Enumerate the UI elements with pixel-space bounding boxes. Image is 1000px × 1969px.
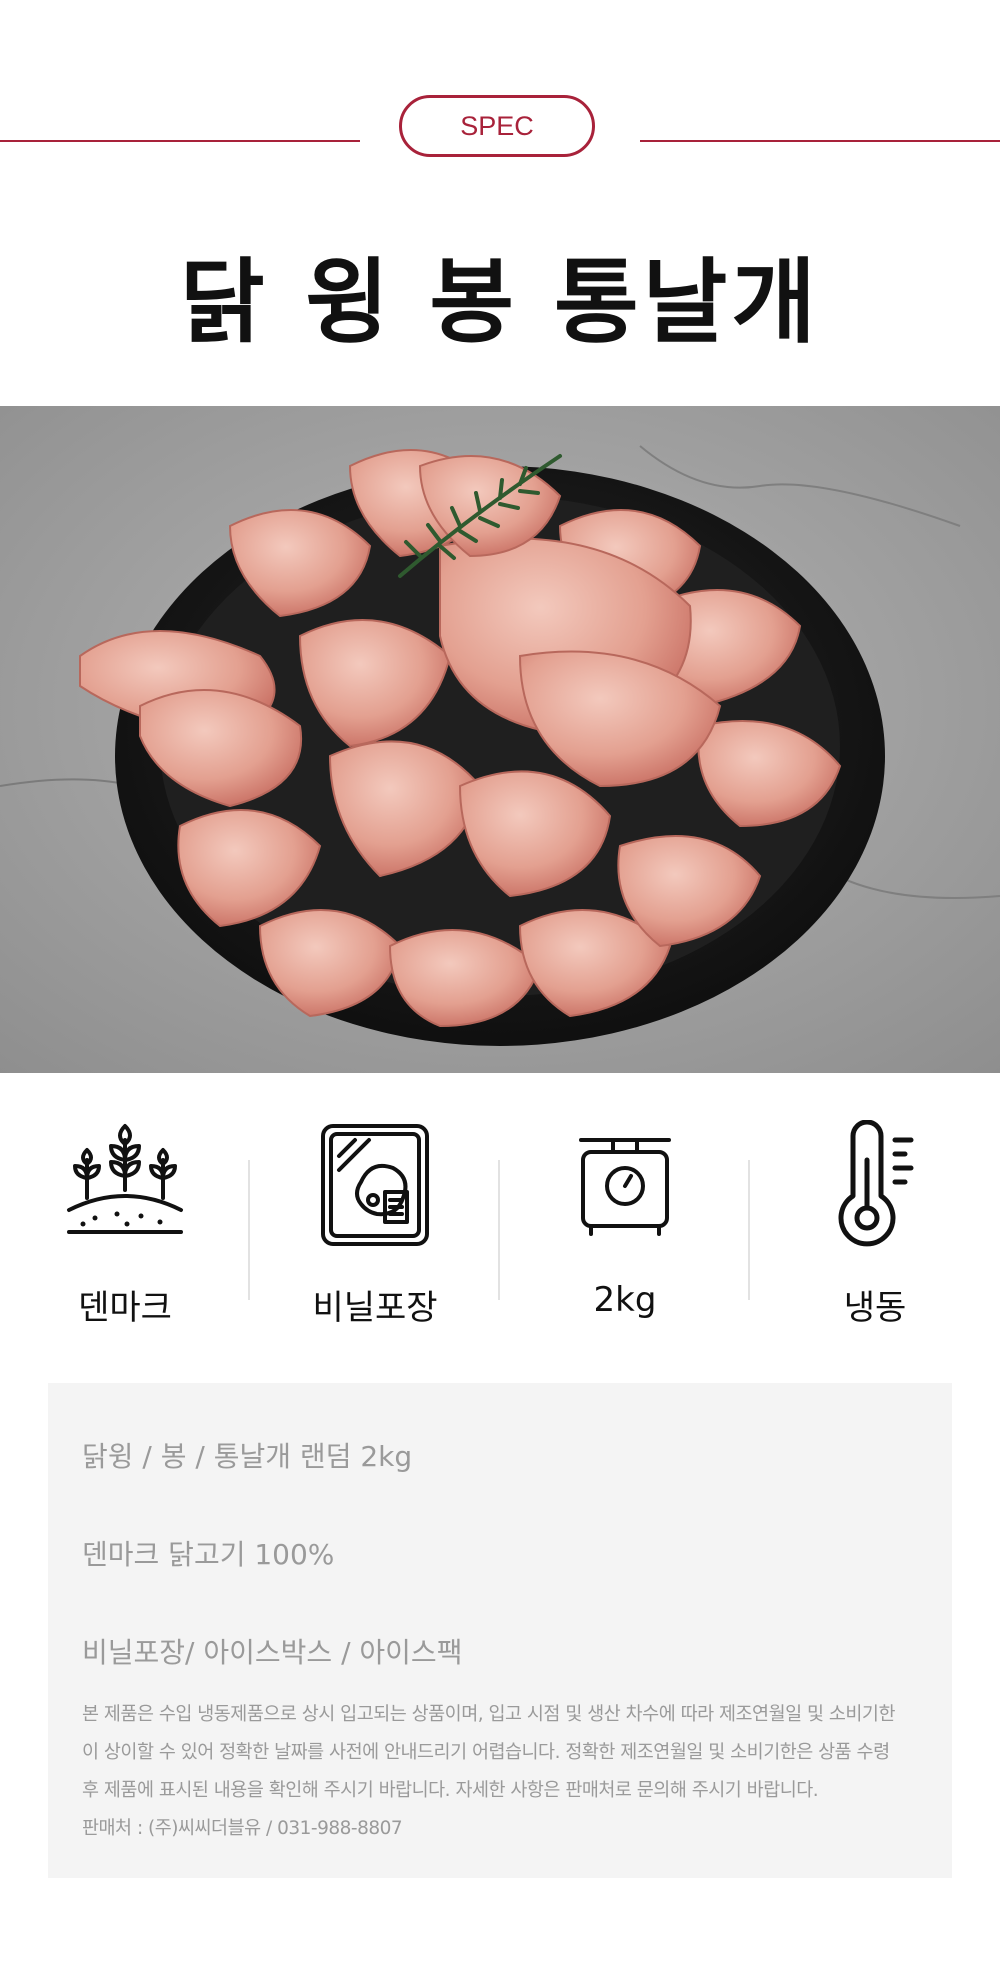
product-info-panel: 닭윙 / 봉 / 통날개 랜덤 2kg 덴마크 닭고기 100% 비닐포장/ 아… [48,1383,952,1878]
product-photo [0,406,1000,1073]
info-seller: 판매처 : (주)씨씨더블유 / 031-988-8807 [82,1818,403,1839]
spec-origin: 덴마크 [0,1110,250,1350]
product-title: 닭 윙 봉 통날개 [180,249,820,356]
info-product: 닭윙 / 봉 / 통날개 랜덤 2kg [82,1440,413,1473]
spec-divider-right [640,140,1000,142]
spec-package: 비닐포장 [250,1110,500,1350]
thermometer-icon [838,1120,914,1247]
scale-icon [579,1138,671,1236]
spec-storage-label: 냉동 [843,1288,907,1328]
spec-divider-left [0,140,360,142]
spec-origin-label: 덴마크 [78,1288,172,1328]
spec-icons: 덴마크 비닐포장 2kg 냉동 [0,1110,1000,1350]
spec-weight-label: 2kg [593,1280,657,1320]
info-notice-line: 후 제품에 표시된 내용을 확인해 주시기 바랍니다. 자세한 사항은 판매처로… [82,1780,819,1801]
vinyl-package-icon [321,1124,429,1246]
spec-storage: 냉동 [750,1110,1000,1350]
spec-package-label: 비닐포장 [312,1288,438,1328]
spec-weight: 2kg [500,1110,750,1350]
spec-badge: SPEC [399,95,595,157]
wheat-field-icon [67,1124,183,1234]
info-origin: 덴마크 닭고기 100% [82,1538,335,1571]
info-notice-line: 이 상이할 수 있어 정확한 날짜를 사전에 안내드리기 어렵습니다. 정확한 … [82,1742,890,1763]
info-packaging: 비닐포장/ 아이스박스 / 아이스팩 [82,1636,463,1669]
info-notice-line: 본 제품은 수입 냉동제품으로 상시 입고되는 상품이며, 입고 시점 및 생산… [82,1704,895,1725]
spec-header: SPEC [0,95,1000,161]
info-notice: 본 제품은 수입 냉동제품으로 상시 입고되는 상품이며, 입고 시점 및 생산… [82,1696,932,1848]
